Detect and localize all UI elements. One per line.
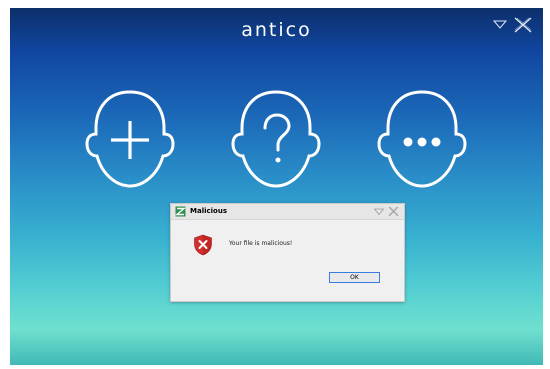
dialog-title: Malicious xyxy=(190,207,227,215)
add-profile-button[interactable] xyxy=(82,88,178,190)
head-ellipsis-icon xyxy=(377,90,467,188)
head-question-icon xyxy=(231,90,321,188)
head-plus-icon xyxy=(85,90,175,188)
malicious-dialog: Malicious Your file is malicious! OK xyxy=(170,203,405,302)
dialog-minimize-icon[interactable] xyxy=(374,207,384,216)
window-controls xyxy=(493,16,535,34)
dialog-message: Your file is malicious! xyxy=(229,240,293,247)
brand-logo: antico xyxy=(241,19,312,41)
more-button[interactable] xyxy=(374,88,470,190)
app-icon xyxy=(175,206,186,217)
close-icon[interactable] xyxy=(513,16,533,34)
app-window: antico Malicious Your file is malicious!… xyxy=(10,8,543,365)
minimize-icon[interactable] xyxy=(493,16,507,34)
shield-error-icon xyxy=(194,234,212,256)
ok-button[interactable]: OK xyxy=(329,272,380,283)
dialog-titlebar[interactable]: Malicious xyxy=(171,204,404,220)
dialog-close-icon[interactable] xyxy=(388,206,399,217)
help-button[interactable] xyxy=(228,88,324,190)
